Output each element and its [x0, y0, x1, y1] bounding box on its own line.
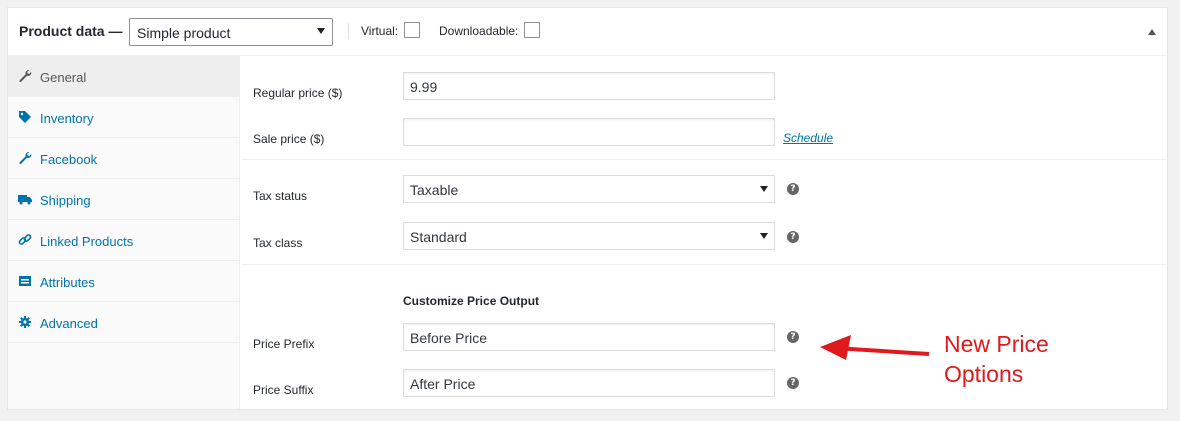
- sidebar-item-facebook[interactable]: Facebook: [8, 138, 239, 179]
- help-icon[interactable]: ?: [787, 183, 799, 195]
- sidebar-item-label: Advanced: [40, 316, 98, 331]
- chevron-down-icon: [317, 28, 325, 34]
- sidebar-item-label: Attributes: [40, 275, 95, 290]
- price-prefix-value: Before Price: [410, 330, 488, 346]
- product-type-select[interactable]: Simple product: [129, 18, 333, 46]
- product-type-value: Simple product: [137, 25, 231, 41]
- tag-icon: [18, 110, 32, 124]
- header-divider: [348, 23, 349, 39]
- downloadable-label: Downloadable:: [439, 24, 519, 38]
- sidebar-item-advanced[interactable]: Advanced: [8, 302, 239, 343]
- link-icon: [18, 233, 32, 247]
- panel-title: Product data —: [19, 23, 123, 39]
- wrench-icon: [18, 69, 32, 83]
- tax-status-value: Taxable: [410, 182, 459, 198]
- virtual-label: Virtual:: [361, 24, 399, 38]
- regular-price-value: 9.99: [410, 79, 438, 95]
- annotation-line-2: Options: [944, 361, 1024, 387]
- sidebar-item-label: Facebook: [40, 152, 98, 167]
- downloadable-checkbox[interactable]: [524, 22, 540, 38]
- sidebar-item-label: Inventory: [40, 111, 94, 126]
- price-suffix-value: After Price: [410, 376, 476, 392]
- tax-class-value: Standard: [410, 229, 467, 245]
- collapse-toggle-icon[interactable]: [1148, 29, 1156, 35]
- gear-icon: [18, 315, 32, 329]
- price-prefix-input[interactable]: Before Price: [403, 323, 775, 351]
- product-data-tabs: General Inventory Facebook Shipping Link…: [8, 56, 240, 409]
- tax-class-select[interactable]: Standard: [403, 222, 775, 250]
- tax-status-label: Tax status: [253, 189, 308, 203]
- sidebar-item-label: Linked Products: [40, 234, 134, 249]
- annotation-text: New Price Options: [944, 329, 1049, 389]
- sale-price-label: Sale price ($): [253, 132, 325, 146]
- tax-status-select[interactable]: Taxable: [403, 175, 775, 203]
- price-suffix-input[interactable]: After Price: [403, 369, 775, 397]
- chevron-down-icon: [760, 186, 768, 192]
- panel-header: Product data — Simple product Virtual: D…: [8, 8, 1167, 56]
- customize-price-output-heading: Customize Price Output: [403, 294, 540, 308]
- sidebar-item-general[interactable]: General: [8, 56, 239, 97]
- sidebar-item-linked-products[interactable]: Linked Products: [8, 220, 239, 261]
- sale-price-input[interactable]: [403, 118, 775, 146]
- regular-price-label: Regular price ($): [253, 86, 343, 100]
- sidebar-item-label: General: [40, 70, 87, 85]
- sidebar-item-inventory[interactable]: Inventory: [8, 97, 239, 138]
- tax-class-label: Tax class: [253, 236, 303, 250]
- truck-icon: [18, 192, 32, 206]
- price-suffix-label: Price Suffix: [253, 383, 314, 397]
- section-divider: [241, 264, 1167, 265]
- annotation-line-1: New Price: [944, 331, 1049, 357]
- sidebar-item-shipping[interactable]: Shipping: [8, 179, 239, 220]
- help-icon[interactable]: ?: [787, 331, 799, 343]
- list-icon: [18, 274, 32, 288]
- help-icon[interactable]: ?: [787, 231, 799, 243]
- section-divider: [241, 159, 1167, 160]
- virtual-checkbox[interactable]: [404, 22, 420, 38]
- sidebar-item-attributes[interactable]: Attributes: [8, 261, 239, 302]
- chevron-down-icon: [760, 233, 768, 239]
- price-prefix-label: Price Prefix: [253, 337, 315, 351]
- regular-price-input[interactable]: 9.99: [403, 72, 775, 100]
- help-icon[interactable]: ?: [787, 377, 799, 389]
- schedule-link[interactable]: Schedule: [783, 131, 833, 145]
- annotation-arrow: [820, 335, 930, 360]
- sidebar-item-label: Shipping: [40, 193, 91, 208]
- wrench-icon: [18, 151, 32, 165]
